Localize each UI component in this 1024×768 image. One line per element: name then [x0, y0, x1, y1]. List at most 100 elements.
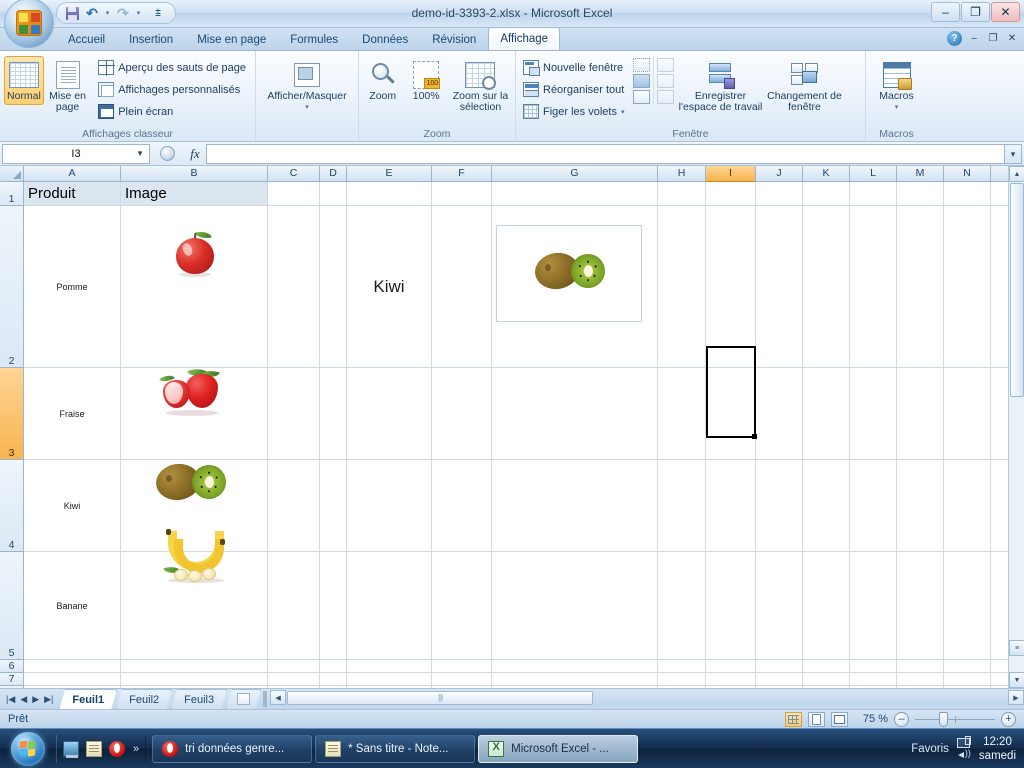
cell-a2[interactable]: Pomme [24, 206, 120, 367]
row-header-1[interactable]: 1 [0, 182, 24, 206]
horizontal-scrollbar[interactable]: ◀ ▶ [270, 689, 1024, 706]
scroll-left-button[interactable]: ◀ [270, 690, 287, 705]
close-workbook-button[interactable]: ✕ [1005, 32, 1019, 46]
opera-icon[interactable] [109, 740, 125, 757]
maximize-window-button[interactable]: ❐ [961, 2, 990, 22]
column-header-m[interactable]: M [897, 166, 944, 182]
row-header-8[interactable]: 8 [0, 686, 24, 688]
network-icon[interactable] [956, 736, 971, 748]
column-header-l[interactable]: L [850, 166, 897, 182]
row-header-4[interactable]: 4 [0, 460, 24, 552]
page-break-view-button[interactable] [831, 711, 848, 727]
column-header-e[interactable]: E [347, 166, 432, 182]
button-affichages-personnalises[interactable]: Affichages personnalisés [95, 79, 251, 100]
column-header-k[interactable]: K [803, 166, 850, 182]
button-zoom[interactable]: Zoom [363, 56, 402, 105]
name-box[interactable]: I3 ▼ [2, 143, 150, 164]
button-plein-ecran[interactable]: Plein écran [95, 101, 251, 122]
insert-function-icon[interactable]: fx [184, 146, 206, 162]
scroll-right-button[interactable]: ▶ [1008, 690, 1024, 705]
help-icon[interactable]: ? [947, 31, 962, 46]
select-all-corner[interactable] [0, 166, 24, 182]
tab-revision[interactable]: Révision [420, 29, 488, 50]
zoom-slider-track[interactable] [915, 711, 995, 727]
button-mise-en-page[interactable]: Mise en page [46, 56, 89, 116]
button-zoom-100[interactable]: 100 100% [406, 56, 445, 105]
normal-view-button[interactable] [785, 711, 802, 727]
cell-b1[interactable]: Image [121, 182, 267, 205]
show-desktop-icon[interactable] [63, 740, 79, 758]
cell-e2[interactable]: Kiwi [347, 206, 431, 367]
minimize-ribbon-button[interactable]: – [967, 32, 981, 46]
split-icon[interactable] [632, 58, 650, 72]
strawberry-image[interactable] [156, 362, 228, 416]
quick-launch-more-button[interactable]: » [133, 743, 139, 755]
button-afficher-masquer[interactable]: Afficher/Masquer ▾ [260, 56, 354, 116]
prev-sheet-button[interactable]: ◀ [18, 694, 29, 705]
vertical-scrollbar[interactable]: ▲ ≡ ▼ [1008, 166, 1024, 688]
kiwi-picture-object[interactable] [496, 225, 642, 322]
reset-window-position-icon[interactable] [656, 90, 674, 104]
cell-canvas[interactable]: Produit Image Pomme Fraise Kiwi Banane K… [24, 182, 1024, 688]
start-button[interactable] [2, 731, 54, 767]
cell-a3[interactable]: Fraise [24, 368, 120, 459]
page-layout-view-button[interactable] [808, 711, 825, 727]
expand-formula-bar-button[interactable]: ▾ [1004, 143, 1022, 164]
column-header-c[interactable]: C [268, 166, 320, 182]
tray-favoris-label[interactable]: Favoris [911, 743, 949, 755]
zoom-slider-thumb[interactable] [939, 711, 948, 727]
sheet-tab-feuil3[interactable]: Feuil3 [171, 689, 227, 709]
horizontal-scroll-thumb[interactable] [287, 690, 594, 705]
column-header-f[interactable]: F [432, 166, 492, 182]
office-button[interactable] [4, 0, 54, 48]
column-header-i[interactable]: I [706, 166, 756, 182]
hide-window-icon[interactable] [632, 74, 650, 88]
button-enregistrer-espace-de-travail[interactable]: Enregistrer l'espace de travail [677, 56, 765, 116]
column-header-j[interactable]: J [756, 166, 803, 182]
scroll-up-button[interactable]: ▲ [1009, 166, 1024, 182]
tab-split-handle[interactable] [263, 691, 268, 707]
restore-workbook-button[interactable]: ❐ [986, 32, 1000, 46]
button-zoom-sur-la-selection[interactable]: Zoom sur la sélection [450, 56, 511, 116]
close-window-button[interactable]: ✕ [991, 2, 1020, 22]
kiwi-image[interactable] [153, 459, 226, 507]
button-apercu-sauts-de-page[interactable]: Aperçu des sauts de page [95, 57, 251, 78]
banana-image[interactable] [158, 525, 234, 583]
button-reorganiser-tout[interactable]: Réorganiser tout [520, 79, 630, 100]
cell-a1[interactable]: Produit [24, 182, 120, 205]
zoom-out-button[interactable]: – [894, 711, 909, 727]
notepad-icon[interactable] [86, 740, 102, 757]
button-figer-les-volets[interactable]: Figer les volets ▾ [520, 101, 630, 122]
button-normal[interactable]: Normal [4, 56, 44, 105]
sheet-tab-feuil1[interactable]: Feuil1 [59, 689, 117, 709]
insert-sheet-tab[interactable] [226, 689, 261, 709]
minimize-window-button[interactable]: – [931, 2, 960, 22]
row-header-5[interactable]: 5 [0, 552, 24, 660]
column-header-b[interactable]: B [121, 166, 268, 182]
formula-input[interactable] [206, 143, 1004, 164]
view-side-by-side-icon[interactable] [656, 58, 674, 72]
tab-mise-en-page[interactable]: Mise en page [185, 29, 278, 50]
unhide-window-icon[interactable] [632, 90, 650, 104]
tab-donnees[interactable]: Données [350, 29, 420, 50]
tab-formules[interactable]: Formules [278, 29, 350, 50]
taskbar-item-notepad[interactable]: * Sans titre - Note... [315, 734, 476, 763]
button-nouvelle-fenetre[interactable]: Nouvelle fenêtre [520, 57, 630, 78]
tab-insertion[interactable]: Insertion [117, 29, 185, 50]
column-header-n[interactable]: N [944, 166, 991, 182]
button-macros[interactable]: Macros ▾ [870, 56, 923, 116]
column-header-a[interactable]: A [24, 166, 121, 182]
first-sheet-button[interactable]: |◀ [4, 694, 17, 705]
taskbar-item-opera[interactable]: tri données genre... [152, 734, 313, 763]
last-sheet-button[interactable]: ▶| [42, 694, 55, 705]
cell-a5[interactable]: Banane [24, 552, 120, 659]
taskbar-clock[interactable]: 12:20 samedi [979, 735, 1016, 763]
column-header-g[interactable]: G [492, 166, 658, 182]
vertical-scroll-thumb[interactable] [1010, 183, 1024, 397]
row-header-6[interactable]: 6 [0, 660, 24, 673]
column-header-d[interactable]: D [320, 166, 347, 182]
next-sheet-button[interactable]: ▶ [30, 694, 41, 705]
scroll-down-button[interactable]: ▼ [1009, 672, 1024, 688]
taskbar-item-excel[interactable]: Microsoft Excel - ... [478, 734, 639, 763]
cell-a4[interactable]: Kiwi [24, 460, 120, 551]
